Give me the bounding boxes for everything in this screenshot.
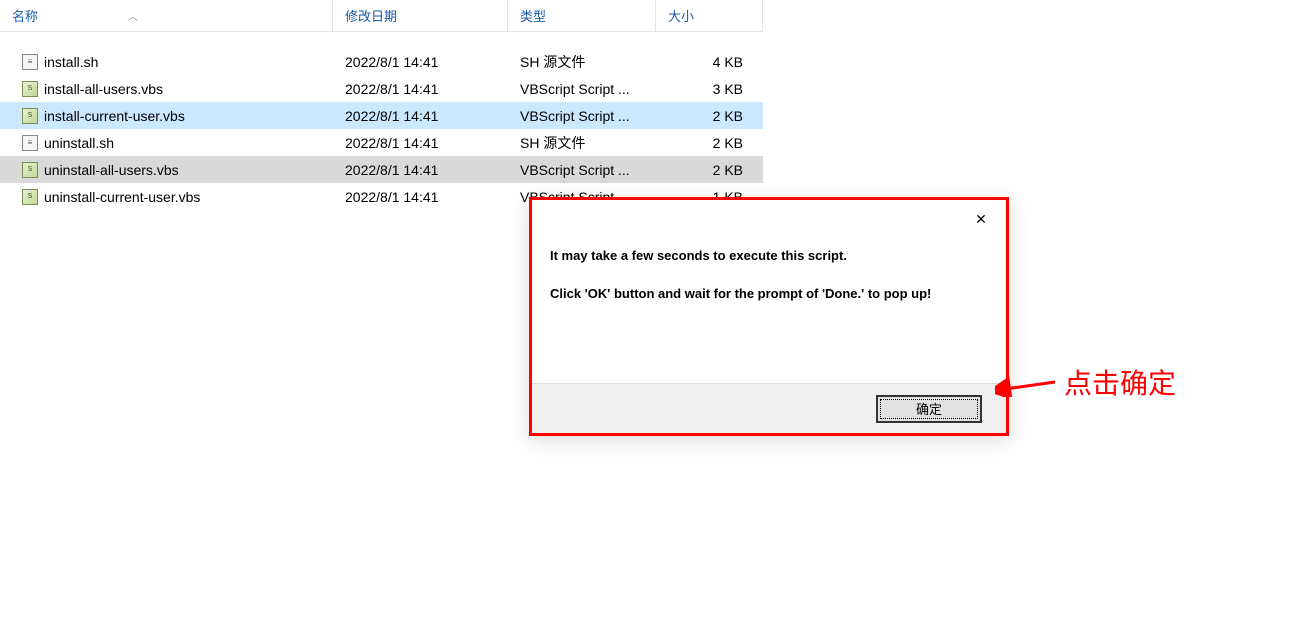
vbs-file-icon: S xyxy=(22,108,38,124)
vbs-file-icon: S xyxy=(22,162,38,178)
file-type-cell: VBScript Script ... xyxy=(508,81,656,97)
file-date-cell: 2022/8/1 14:41 xyxy=(333,108,508,124)
file-date-cell: 2022/8/1 14:41 xyxy=(333,189,508,205)
file-type-cell: SH 源文件 xyxy=(508,133,656,153)
file-list-pane: 名称 ︿ 修改日期 类型 大小 ≡ install.sh 2022/8/1 14:4… xyxy=(0,0,763,210)
file-date-cell: 2022/8/1 14:41 xyxy=(333,162,508,178)
file-row[interactable]: Sinstall-all-users.vbs2022/8/1 14:41VBSc… xyxy=(0,75,763,102)
annotation-overlay: 点击确定 xyxy=(995,362,1176,402)
file-name-cell: ≡ install.sh xyxy=(0,54,333,70)
column-header-type-label: 类型 xyxy=(520,6,546,25)
file-type-cell: VBScript Script ... xyxy=(508,108,656,124)
column-header-date-label: 修改日期 xyxy=(345,6,397,25)
file-type-cell: VBScript Script ... xyxy=(508,162,656,178)
file-size-cell: 3 KB xyxy=(656,81,763,97)
annotation-text: 点击确定 xyxy=(1064,362,1176,402)
ok-button[interactable]: 确定 xyxy=(876,395,982,423)
column-header-size[interactable]: 大小 xyxy=(656,0,763,31)
file-name-cell: Suninstall-all-users.vbs xyxy=(0,162,333,178)
file-type-cell: SH 源文件 xyxy=(508,52,656,72)
close-icon: ✕ xyxy=(975,211,987,228)
file-name-label: uninstall-current-user.vbs xyxy=(44,189,200,205)
dialog-titlebar: ✕ xyxy=(532,200,1006,238)
file-name-label: install-current-user.vbs xyxy=(44,108,185,124)
file-name-label: uninstall-all-users.vbs xyxy=(44,162,179,178)
close-button[interactable]: ✕ xyxy=(966,206,996,232)
file-row[interactable]: Sinstall-current-user.vbs2022/8/1 14:41V… xyxy=(0,102,763,129)
dialog-message-line1: It may take a few seconds to execute thi… xyxy=(550,246,988,266)
dialog-footer: 确定 xyxy=(532,383,1006,433)
file-row[interactable]: ≡ install.sh 2022/8/1 14:41SH 源文件4 KB xyxy=(0,48,763,75)
file-name-cell: Suninstall-current-user.vbs xyxy=(0,189,333,205)
file-name-cell: Sinstall-all-users.vbs xyxy=(0,81,333,97)
file-name-cell: Sinstall-current-user.vbs xyxy=(0,108,333,124)
column-header-name[interactable]: 名称 ︿ xyxy=(0,0,333,31)
script-prompt-dialog: ✕ It may take a few seconds to execute t… xyxy=(529,197,1009,436)
column-header-type[interactable]: 类型 xyxy=(508,0,656,31)
file-size-cell: 2 KB xyxy=(656,108,763,124)
file-row[interactable]: Suninstall-all-users.vbs2022/8/1 14:41VB… xyxy=(0,156,763,183)
dialog-body: It may take a few seconds to execute thi… xyxy=(532,238,1006,323)
sh-file-icon: ≡ xyxy=(22,54,38,70)
file-date-cell: 2022/8/1 14:41 xyxy=(333,54,508,70)
sort-ascending-icon: ︿ xyxy=(128,8,138,23)
file-size-cell: 2 KB xyxy=(656,162,763,178)
file-name-cell: ≡ uninstall.sh xyxy=(0,135,333,151)
file-name-label: install-all-users.vbs xyxy=(44,81,163,97)
file-date-cell: 2022/8/1 14:41 xyxy=(333,135,508,151)
file-name-label: uninstall.sh xyxy=(44,135,114,151)
file-size-cell: 4 KB xyxy=(656,54,763,70)
file-date-cell: 2022/8/1 14:41 xyxy=(333,81,508,97)
column-header-size-label: 大小 xyxy=(668,6,694,25)
column-header-date[interactable]: 修改日期 xyxy=(333,0,508,31)
dialog-message-line2: Click 'OK' button and wait for the promp… xyxy=(550,284,988,304)
file-row[interactable]: ≡ uninstall.sh 2022/8/1 14:41SH 源文件2 KB xyxy=(0,129,763,156)
file-name-label: install.sh xyxy=(44,54,98,70)
file-rows-container: ≡install.sh2022/8/1 14:41SH 源文件4 KBSinst… xyxy=(0,32,763,210)
vbs-file-icon: S xyxy=(22,189,38,205)
vbs-file-icon: S xyxy=(22,81,38,97)
file-size-cell: 2 KB xyxy=(656,135,763,151)
column-header-name-label: 名称 xyxy=(12,6,38,25)
sh-file-icon: ≡ xyxy=(22,135,38,151)
column-header-row: 名称 ︿ 修改日期 类型 大小 xyxy=(0,0,763,32)
